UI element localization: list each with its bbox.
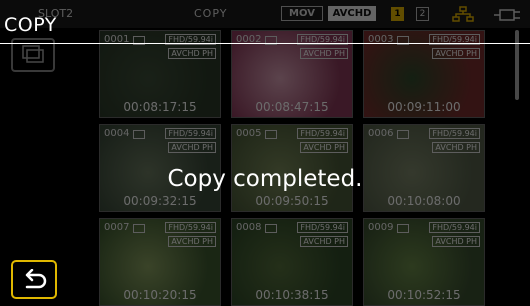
format-avchd-button[interactable]: AVCHD xyxy=(328,6,376,21)
clip-timecode: 00:10:38:15 xyxy=(255,288,329,302)
clip-type-icon xyxy=(265,224,277,233)
scrollbar[interactable] xyxy=(515,30,519,100)
clip-format-badge: FHD/59.94i xyxy=(429,128,480,139)
network-icon xyxy=(452,6,474,26)
clip-type-icon xyxy=(397,224,409,233)
clip-format-badge: FHD/59.94i xyxy=(165,222,216,233)
clip-number: 0007 xyxy=(104,222,130,233)
page-title: COPY xyxy=(4,14,57,36)
clip-format-badge: FHD/59.94i xyxy=(165,128,216,139)
clip-number: 0005 xyxy=(236,128,262,139)
mode-label: COPY xyxy=(194,7,228,20)
clip-codec-badge: AVCHD PH xyxy=(432,48,480,59)
clip-format-badge: FHD/59.94i xyxy=(297,128,348,139)
clip-thumbnail[interactable]: 0007 FHD/59.94i AVCHD PH 00:10:20:15 xyxy=(99,218,221,306)
title-divider xyxy=(0,43,530,44)
clip-format-badge: FHD/59.94i xyxy=(297,222,348,233)
clip-timecode: 00:08:17:15 xyxy=(123,100,197,114)
clip-number: 0006 xyxy=(368,128,394,139)
card-2-indicator: 2 xyxy=(416,7,429,21)
clip-codec-badge: AVCHD PH xyxy=(432,142,480,153)
clip-timecode: 00:10:52:15 xyxy=(387,288,461,302)
return-arrow-icon xyxy=(25,269,47,289)
clip-timecode: 00:09:11:00 xyxy=(387,100,461,114)
clip-thumbnail[interactable]: 0009 FHD/59.94i AVCHD PH 00:10:52:15 xyxy=(363,218,485,306)
clip-codec-badge: AVCHD PH xyxy=(300,142,348,153)
clip-type-icon xyxy=(133,130,145,139)
clip-browser-background: SLOT2 COPY MOV AVCHD 1 2 0001 FHD/59.94i A… xyxy=(0,0,530,306)
clip-timecode: 00:09:32:15 xyxy=(123,194,197,208)
format-mov-button[interactable]: MOV xyxy=(281,6,323,21)
card-1-indicator: 1 xyxy=(391,7,404,21)
clip-number: 0008 xyxy=(236,222,262,233)
clip-timecode: 00:10:08:00 xyxy=(387,194,461,208)
clip-type-icon xyxy=(265,130,277,139)
status-bar: SLOT2 COPY MOV AVCHD 1 2 xyxy=(0,0,530,28)
status-message: Copy completed. xyxy=(167,166,363,192)
clip-type-icon xyxy=(133,224,145,233)
clip-codec-badge: AVCHD PH xyxy=(168,48,216,59)
clip-thumbnail[interactable]: 0008 FHD/59.94i AVCHD PH 00:10:38:15 xyxy=(231,218,353,306)
clip-type-icon xyxy=(397,130,409,139)
clip-codec-badge: AVCHD PH xyxy=(432,236,480,247)
clip-codec-badge: AVCHD PH xyxy=(300,236,348,247)
clip-number: 0004 xyxy=(104,128,130,139)
clip-codec-badge: AVCHD PH xyxy=(168,236,216,247)
clip-number: 0009 xyxy=(368,222,394,233)
clip-format-badge: FHD/59.94i xyxy=(429,222,480,233)
clip-timecode: 00:08:47:15 xyxy=(255,100,329,114)
battery-icon xyxy=(493,7,523,26)
clip-codec-badge: AVCHD PH xyxy=(300,48,348,59)
back-button[interactable] xyxy=(11,260,57,299)
clip-codec-badge: AVCHD PH xyxy=(168,142,216,153)
clip-timecode: 00:10:20:15 xyxy=(123,288,197,302)
clip-timecode: 00:09:50:15 xyxy=(255,194,329,208)
